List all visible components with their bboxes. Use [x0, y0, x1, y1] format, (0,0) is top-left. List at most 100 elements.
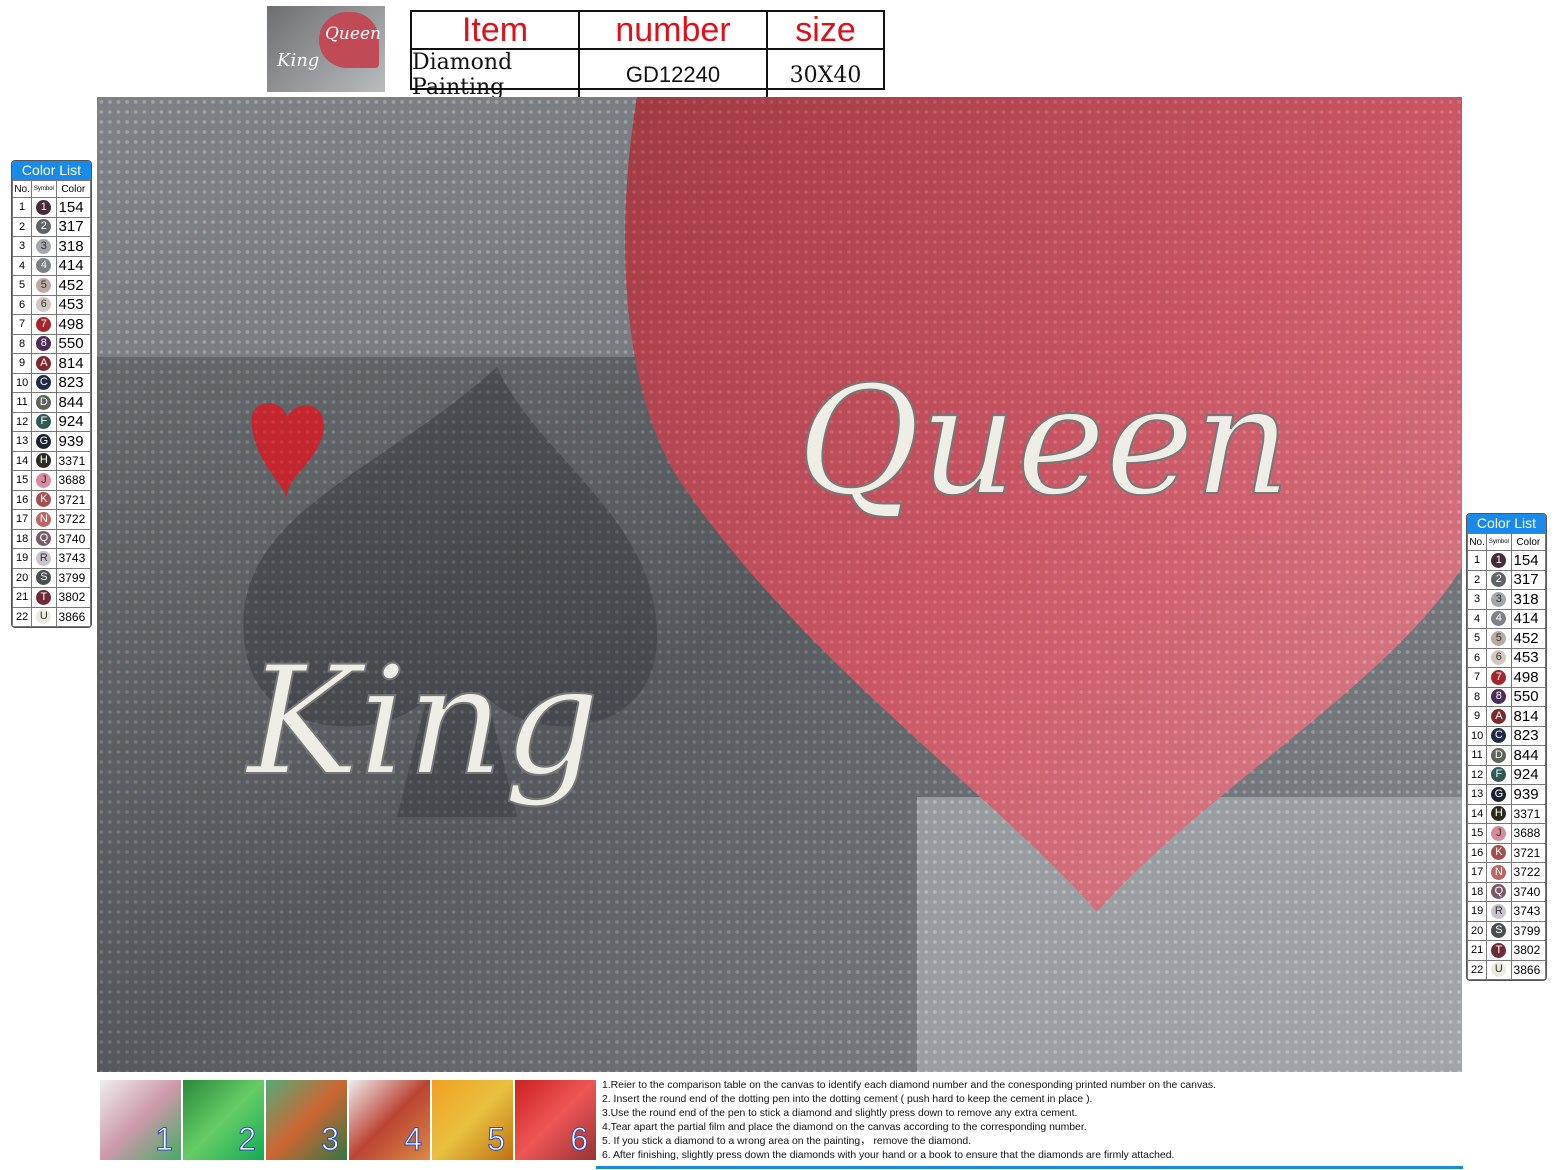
symbol-icon: S [1491, 923, 1507, 939]
dmc-color-code: 844 [55, 392, 91, 413]
symbol-icon: C [1491, 728, 1507, 744]
dmc-color-code: 318 [1510, 589, 1546, 610]
symbol-icon: Q [1491, 884, 1507, 900]
row-number: 6 [1467, 647, 1488, 668]
color-row: 5 5 452 [1467, 628, 1546, 649]
dmc-color-code: 3721 [1510, 842, 1546, 863]
instructions: 1.Reier to the comparison table on the c… [602, 1079, 1216, 1163]
row-number: 11 [1467, 745, 1488, 766]
color-row: 6 6 453 [1467, 647, 1546, 668]
row-number: 22 [1467, 959, 1488, 980]
color-row: 3 3 318 [12, 236, 91, 257]
dmc-color-code: 939 [55, 431, 91, 452]
symbol-icon: K [1491, 845, 1507, 861]
row-number: 13 [1467, 784, 1488, 805]
dmc-color-code: 318 [55, 236, 91, 257]
symbol-icon: G [1491, 786, 1507, 802]
dmc-color-code: 924 [55, 411, 91, 432]
dmc-color-code: 3371 [1510, 803, 1546, 824]
symbol-icon: 7 [36, 316, 52, 332]
row-number: 10 [12, 372, 33, 393]
color-row: 15 J 3688 [12, 470, 91, 491]
dmc-color-code: 814 [1510, 706, 1546, 727]
color-row: 22 U 3866 [1467, 959, 1546, 980]
row-number: 11 [12, 392, 33, 413]
col-color: Color [1510, 533, 1546, 551]
dmc-color-code: 317 [1510, 569, 1546, 590]
spec-size-value: 30X40 [789, 62, 862, 88]
color-row: 18 Q 3740 [1467, 881, 1546, 902]
row-number: 3 [1467, 589, 1488, 610]
symbol-icon: T [36, 589, 52, 605]
row-number: 15 [1467, 823, 1488, 844]
painting-artwork [97, 97, 1462, 1072]
row-number: 8 [12, 333, 33, 354]
dmc-color-code: 3740 [55, 528, 91, 549]
color-row: 12 F 924 [12, 411, 91, 432]
symbol-icon: R [36, 550, 52, 566]
color-row: 2 2 317 [12, 216, 91, 237]
color-list-left: Color List No. Symbol Color 1 1 154 2 2 317 3 3 318 4… [11, 160, 92, 628]
symbol-icon: K [36, 492, 52, 508]
row-number: 16 [12, 489, 33, 510]
instruction-line: 1.Reier to the comparison table on the c… [602, 1080, 1217, 1091]
row-number: 14 [12, 450, 33, 471]
dmc-color-code: 3722 [55, 509, 91, 530]
dmc-color-code: 3866 [1510, 959, 1546, 980]
step-number: 3 [321, 1121, 340, 1158]
dmc-color-code: 414 [1510, 608, 1546, 629]
dmc-color-code: 3866 [55, 606, 91, 627]
row-number: 16 [1467, 842, 1488, 863]
row-number: 2 [1467, 569, 1488, 590]
step-image: 3 [266, 1080, 347, 1160]
color-row: 17 N 3722 [12, 509, 91, 530]
dmc-color-code: 3802 [55, 587, 91, 608]
row-number: 21 [12, 587, 33, 608]
row-number: 22 [12, 606, 33, 627]
dmc-color-code: 3688 [55, 470, 91, 491]
row-number: 4 [12, 255, 33, 276]
color-row: 4 4 414 [1467, 608, 1546, 629]
symbol-icon: D [1491, 747, 1507, 763]
color-row: 22 U 3866 [12, 606, 91, 627]
dmc-color-code: 939 [1510, 784, 1546, 805]
king-artwork-text: King [246, 635, 601, 809]
row-number: 1 [1467, 550, 1488, 571]
row-number: 9 [12, 353, 33, 374]
dmc-color-code: 452 [1510, 628, 1546, 649]
color-row: 6 6 453 [12, 294, 91, 315]
row-number: 18 [12, 528, 33, 549]
color-row: 13 G 939 [12, 431, 91, 452]
instruction-line: 2. Insert the round end of the dotting p… [602, 1094, 1093, 1105]
queen-artwork-text: Queen [796, 355, 1292, 529]
step-image: 6 [515, 1080, 596, 1160]
color-row: 14 H 3371 [12, 450, 91, 471]
color-row: 16 K 3721 [12, 489, 91, 510]
symbol-icon: 7 [1491, 669, 1507, 685]
dmc-color-code: 3371 [55, 450, 91, 471]
color-row: 19 R 3743 [12, 548, 91, 569]
symbol-icon: U [36, 609, 52, 625]
color-row: 11 D 844 [1467, 745, 1546, 766]
product-thumbnail: Queen King [267, 6, 385, 92]
instruction-line: 6. After finishing, slightly press down … [602, 1150, 1175, 1161]
row-number: 21 [1467, 940, 1488, 961]
symbol-icon: 3 [36, 238, 52, 254]
row-number: 2 [12, 216, 33, 237]
col-no: No. [1467, 533, 1488, 551]
diamond-painting-canvas: Queen King [97, 97, 1462, 1072]
dmc-color-code: 154 [1510, 550, 1546, 571]
color-row: 9 A 814 [12, 353, 91, 374]
dmc-color-code: 844 [1510, 745, 1546, 766]
color-row: 14 H 3371 [1467, 803, 1546, 824]
dmc-color-code: 823 [1510, 725, 1546, 746]
step-image: 5 [432, 1080, 513, 1160]
symbol-icon: 5 [36, 277, 52, 293]
symbol-icon: 3 [1491, 591, 1507, 607]
symbol-icon: G [36, 433, 52, 449]
step-images: 1 2 3 4 5 6 [100, 1080, 596, 1160]
symbol-icon: 4 [1491, 611, 1507, 627]
color-row: 7 7 498 [12, 314, 91, 335]
col-no: No. [12, 180, 33, 198]
painting-plank [917, 797, 1462, 1072]
